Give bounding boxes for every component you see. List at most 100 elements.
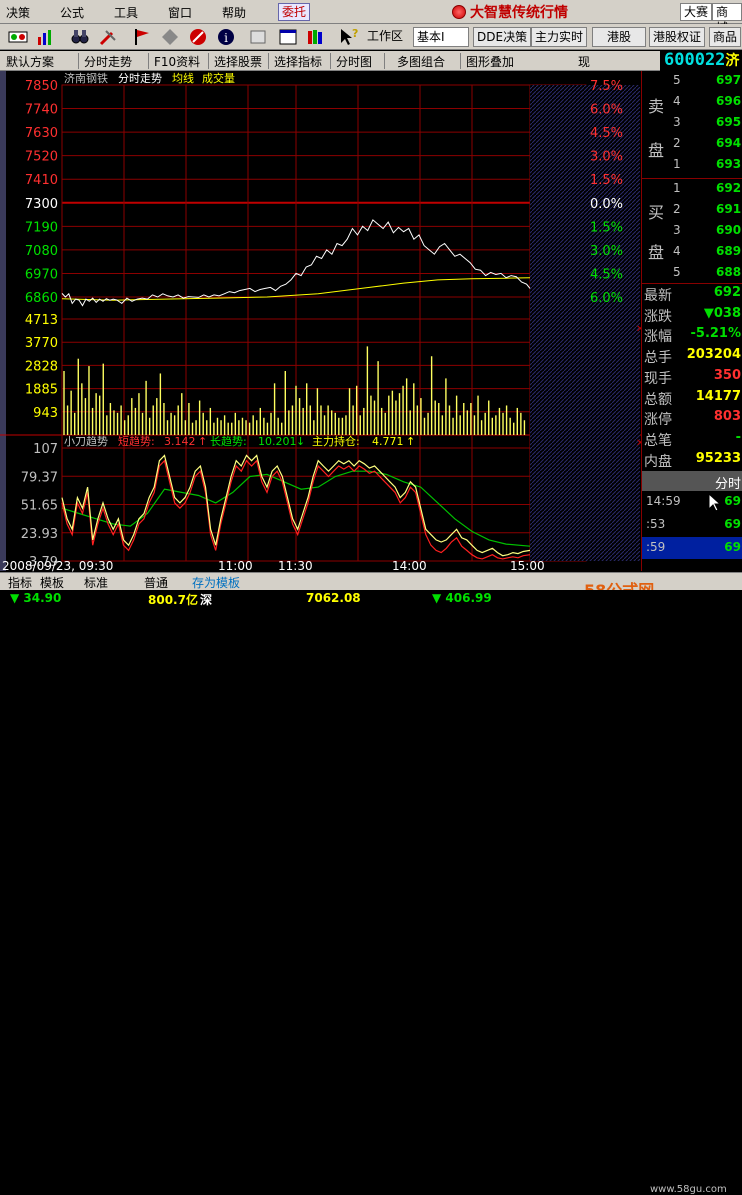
f10-button[interactable]: F10资料: [154, 53, 200, 70]
tab-normal[interactable]: 普通: [144, 574, 168, 591]
stat-value: ▼038: [703, 305, 741, 321]
commodity-button[interactable]: 商品: [709, 27, 742, 47]
tick-time: 14:59: [646, 494, 681, 508]
chart-stock-name: 济南钢铁: [64, 71, 108, 85]
pct-tick-label: 6.0%: [590, 103, 623, 118]
overlay-button[interactable]: 图形叠加: [466, 53, 514, 70]
hk-stock-button[interactable]: 港股: [592, 27, 646, 47]
volume-tick-label: 4713: [25, 313, 58, 328]
buy-level-row[interactable]: 1 692: [642, 181, 742, 202]
volume-tick-label: 2828: [25, 359, 58, 374]
separator: [148, 53, 149, 69]
current-button[interactable]: 现: [578, 53, 590, 70]
price-tick-label: 7740: [25, 103, 58, 118]
sell-level-row[interactable]: 2 694: [642, 136, 742, 157]
pct-tick-label: 3.0%: [590, 150, 623, 165]
separator: [78, 53, 79, 69]
pct-tick-label: 7.5%: [590, 79, 623, 94]
sell-level-num: 5: [673, 73, 681, 87]
intraday-button[interactable]: 分时走势: [84, 53, 132, 70]
stat-value: 803: [713, 409, 741, 425]
dasai-button[interactable]: 大赛: [680, 3, 713, 21]
multi-chart-button[interactable]: 多图组合: [397, 53, 445, 70]
brand-title: 大智慧传统行情: [470, 5, 568, 21]
stat-value: 95233: [695, 450, 741, 466]
separator: [330, 53, 331, 69]
quote-icon[interactable]: [8, 27, 28, 47]
stat-row: 涨幅 -5.21%: [642, 326, 742, 347]
tab-indicator[interactable]: 指标: [8, 574, 32, 591]
volume-bars: [63, 346, 526, 435]
menu-formula[interactable]: 公式: [60, 4, 84, 21]
x-axis-label: 2008/09/23, 09:30: [2, 559, 113, 572]
buy-level-row[interactable]: 4 689: [642, 244, 742, 265]
tools-icon[interactable]: [98, 27, 118, 47]
diamond-icon[interactable]: [160, 27, 180, 47]
menu-decision[interactable]: 决策: [6, 4, 30, 21]
price-tick-label: 7850: [25, 79, 58, 94]
stat-label: 涨跌: [644, 308, 672, 325]
shangcheng-button[interactable]: 商城: [712, 3, 742, 35]
tick-time: :59: [646, 540, 666, 554]
sell-level-row[interactable]: 3 695: [642, 115, 742, 136]
buy-level-row[interactable]: 3 690: [642, 223, 742, 244]
buy-level-price: 689: [716, 244, 742, 258]
workspace-select[interactable]: 基本I: [413, 27, 469, 47]
sell-level-price: 695: [716, 115, 742, 129]
minute-chart-button[interactable]: 分时图: [336, 53, 372, 70]
buy-level-row[interactable]: 2 691: [642, 202, 742, 223]
buy-level-price: 691: [716, 202, 742, 216]
stat-label: 总笔: [644, 432, 672, 449]
sell-level-row[interactable]: 4 696: [642, 94, 742, 115]
dde-button[interactable]: DDE决策: [473, 27, 532, 47]
tick-row[interactable]: :59 69: [642, 537, 742, 559]
pct-tick-label: 1.5%: [590, 220, 623, 235]
long-trend-arrow: ↓: [296, 435, 305, 448]
tab-save-template[interactable]: 存为模板: [192, 574, 240, 591]
chart-tag-volume: 成交量: [202, 71, 235, 85]
long-trend-label: 长趋势:: [210, 435, 247, 448]
info-icon[interactable]: i: [216, 27, 236, 47]
stat-row: 总笔 -: [642, 430, 742, 451]
hk-warrant-button[interactable]: 港股权证: [649, 27, 706, 47]
flag-icon[interactable]: [132, 27, 152, 47]
short-trend-value: 3.142: [164, 435, 196, 448]
indicator-tick-label: 23.93: [21, 527, 58, 542]
chart-tag-intraday: 分时走势: [118, 72, 162, 85]
sell-level-row[interactable]: 1 693: [642, 157, 742, 178]
indicator-labels: 小刀趋势 短趋势: 3.142 ↑ 长趋势: 10.201 ↓ 主力持仓: 4.…: [64, 434, 415, 448]
main-realtime-button[interactable]: 主力实时: [531, 27, 588, 47]
volume-tick-label: 1885: [25, 383, 58, 398]
x-axis-label: 14:00: [392, 559, 427, 572]
stop-icon[interactable]: [188, 27, 208, 47]
document-icon[interactable]: [248, 27, 268, 47]
tab-template[interactable]: 模板: [40, 574, 64, 591]
price-tick-label: 7410: [25, 173, 58, 188]
help-cursor-icon[interactable]: ?: [338, 27, 358, 47]
tick-row[interactable]: :53 69: [642, 514, 742, 536]
menu-help[interactable]: 帮助: [222, 4, 246, 21]
stat-label: 总额: [644, 391, 672, 408]
binocular-icon[interactable]: [70, 27, 90, 47]
sell-level-row[interactable]: 5 697: [642, 73, 742, 94]
ticks-header[interactable]: 分时: [642, 471, 742, 492]
window-icon[interactable]: [278, 27, 298, 47]
menu-window[interactable]: 窗口: [168, 4, 192, 21]
tab-standard[interactable]: 标准: [84, 574, 108, 591]
stat-row: 涨停 803: [642, 409, 742, 430]
sell-level-price: 696: [716, 94, 742, 108]
menu-tools[interactable]: 工具: [114, 4, 138, 21]
main-position-label: 主力持仓:: [312, 434, 360, 448]
weituo-button[interactable]: 委托: [278, 3, 311, 21]
select-stock-button[interactable]: 选择股票: [214, 53, 262, 70]
main-position-arrow: ↑: [406, 435, 415, 448]
select-indicator-button[interactable]: 选择指标: [274, 53, 322, 70]
books-icon[interactable]: [306, 27, 326, 47]
sell-level-price: 697: [716, 73, 742, 87]
tick-row[interactable]: 14:59 69: [642, 491, 742, 513]
bar-chart-icon[interactable]: [36, 27, 56, 47]
stat-label: 最新: [644, 288, 672, 304]
chart-tag-avg: 均线: [172, 71, 194, 85]
pct-tick-label: 1.5%: [590, 173, 623, 188]
default-scheme-button[interactable]: 默认方案: [6, 53, 54, 70]
